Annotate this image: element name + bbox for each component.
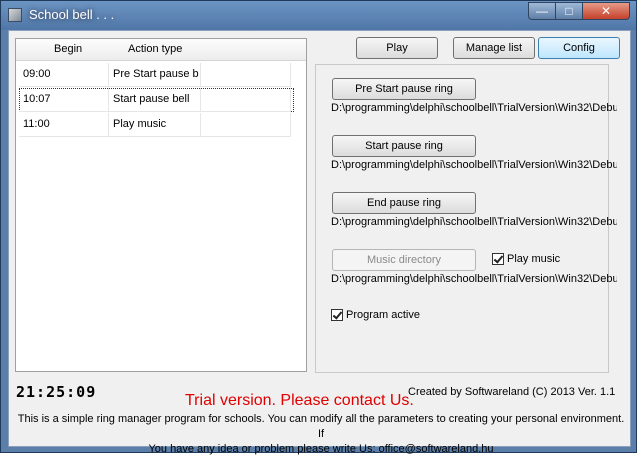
cell-begin[interactable]: 10:07: [19, 88, 109, 112]
title-bar[interactable]: School bell . . . — □ ✕: [1, 1, 636, 30]
start-path: D:\programming\delphi\schoolbell\TrialVe…: [331, 159, 617, 171]
window-title: School bell . . .: [29, 7, 115, 22]
clock-display: 21:25:09: [16, 383, 97, 401]
close-button[interactable]: ✕: [582, 2, 630, 20]
info-line-2: You have any idea or problem please writ…: [148, 443, 494, 455]
grid-header: Begin Action type: [16, 39, 306, 61]
maximize-button[interactable]: □: [555, 2, 583, 20]
app-icon[interactable]: [8, 8, 22, 22]
pre-start-pause-ring-button[interactable]: Pre Start pause ring: [332, 78, 476, 100]
program-active-label[interactable]: Program active: [346, 309, 420, 321]
music-path: D:\programming\delphi\schoolbell\TrialVe…: [331, 273, 617, 285]
config-button[interactable]: Config: [538, 37, 620, 59]
app-window: School bell . . . — □ ✕ Begin Action typ…: [0, 0, 637, 455]
trial-notice: Trial version. Please contact Us.: [185, 392, 414, 409]
cell-action-type[interactable]: Start pause bell: [109, 88, 201, 112]
cell-extra[interactable]: [201, 63, 291, 87]
play-music-checkbox[interactable]: [492, 253, 504, 265]
table-row-selected[interactable]: 10:07 Start pause bell: [19, 88, 294, 112]
schedule-grid[interactable]: Begin Action type 09:00 Pre Start pause …: [15, 38, 307, 372]
table-row[interactable]: 09:00 Pre Start pause b: [19, 63, 294, 87]
play-button[interactable]: Play: [356, 37, 438, 59]
cell-action-type[interactable]: Play music: [109, 113, 201, 137]
config-panel: Pre Start pause ring D:\programming\delp…: [315, 64, 617, 373]
column-header-action-type[interactable]: Action type: [128, 43, 182, 55]
cell-begin[interactable]: 09:00: [19, 63, 109, 87]
client-area: Begin Action type 09:00 Pre Start pause …: [8, 30, 631, 455]
cell-action-type[interactable]: Pre Start pause b: [109, 63, 201, 87]
cell-begin[interactable]: 11:00: [19, 113, 109, 137]
start-pause-ring-button[interactable]: Start pause ring: [332, 135, 476, 157]
column-header-begin[interactable]: Begin: [54, 43, 82, 55]
manage-list-button[interactable]: Manage list: [453, 37, 535, 59]
program-active-checkbox[interactable]: [331, 309, 343, 321]
info-line-1: This is a simple ring manager program fo…: [17, 413, 625, 440]
info-text: This is a simple ring manager program fo…: [15, 412, 627, 457]
cell-extra[interactable]: [201, 88, 291, 112]
minimize-button[interactable]: —: [528, 2, 556, 20]
pre-start-path: D:\programming\delphi\schoolbell\TrialVe…: [331, 102, 617, 114]
play-music-label[interactable]: Play music: [507, 253, 560, 265]
table-row[interactable]: 11:00 Play music: [19, 113, 294, 137]
end-pause-ring-button[interactable]: End pause ring: [332, 192, 476, 214]
credit-text: Created by Softwareland (C) 2013 Ver. 1.…: [408, 386, 616, 398]
music-directory-button[interactable]: Music directory: [332, 249, 476, 271]
cell-extra[interactable]: [201, 113, 291, 137]
end-path: D:\programming\delphi\schoolbell\TrialVe…: [331, 216, 617, 228]
